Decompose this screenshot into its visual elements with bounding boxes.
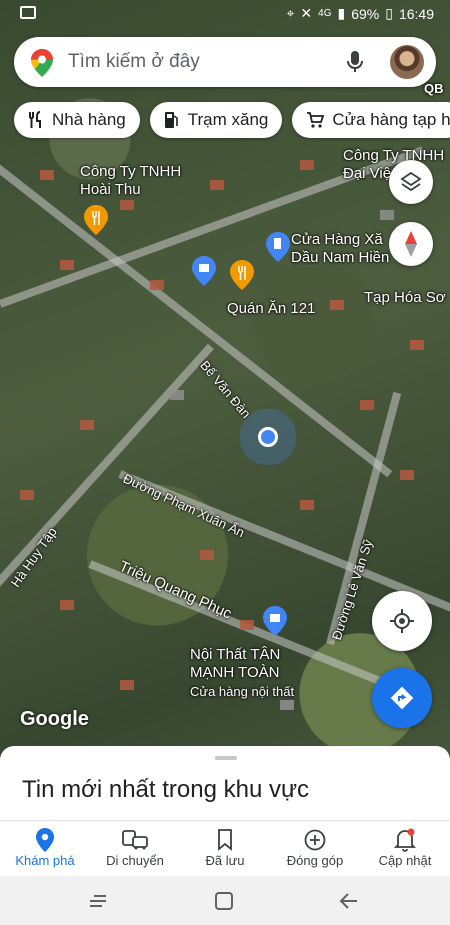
map-building: [300, 500, 314, 510]
map-building: [380, 210, 394, 220]
home-icon[interactable]: [214, 891, 234, 911]
map-road: [0, 150, 393, 478]
mute-icon: ✕: [300, 5, 313, 21]
commute-icon: [122, 830, 148, 850]
chip-restaurants[interactable]: Nhà hàng: [14, 102, 140, 138]
back-icon[interactable]: [339, 892, 359, 910]
chip-gas-stations[interactable]: Trạm xăng: [149, 102, 283, 138]
poi-label[interactable]: Công Ty TNHH: [343, 147, 444, 165]
poi-label[interactable]: Hoài Thu: [80, 181, 141, 199]
nav-explore[interactable]: Khám phá: [0, 821, 90, 877]
gallery-notification-icon: [20, 6, 36, 19]
status-bar: ⌖ ✕ 4G ▮ 69% ▯ 16:49: [0, 0, 450, 28]
nav-contribute[interactable]: Đóng góp: [270, 821, 360, 877]
compass-button[interactable]: [389, 222, 433, 266]
search-input[interactable]: Tìm kiếm ở đây: [68, 51, 200, 73]
map-building: [210, 180, 224, 190]
chip-grocery[interactable]: Cửa hàng tạp h: [292, 102, 450, 138]
microphone-icon[interactable]: [346, 50, 364, 74]
poi-label[interactable]: Đại Việ: [343, 165, 391, 183]
gas-station-icon: [164, 112, 178, 128]
my-location-button[interactable]: [372, 591, 432, 651]
bottom-sheet[interactable]: Tin mới nhất trong khu vực: [0, 746, 450, 826]
map-road: [0, 343, 214, 617]
gas-station-pin-icon[interactable]: [266, 232, 290, 262]
sheet-title: Tin mới nhất trong khu vực: [22, 776, 310, 803]
chip-label: Cửa hàng tạp h: [332, 110, 450, 129]
road-name-label: Bế Văn Đàn: [197, 357, 254, 422]
map-building: [300, 160, 314, 170]
compass-icon: [405, 231, 417, 257]
category-chips: Nhà hàng Trạm xăng Cửa hàng tạp h: [14, 102, 450, 138]
network-type: 4G: [318, 8, 332, 19]
shopping-pin-icon[interactable]: [192, 256, 216, 286]
nav-label: Cập nhật: [378, 853, 432, 868]
map-building: [330, 300, 344, 310]
explore-pin-icon: [36, 828, 54, 852]
map-building: [400, 470, 414, 480]
search-bar[interactable]: Tìm kiếm ở đây: [14, 37, 436, 87]
map-building: [360, 400, 374, 410]
restaurant-pin-icon[interactable]: [230, 260, 254, 290]
map-building: [120, 680, 134, 690]
fork-knife-icon: [29, 111, 41, 128]
clock: 16:49: [398, 5, 434, 22]
poi-label[interactable]: Nội Thất TÂN: [190, 646, 280, 664]
chip-label: Trạm xăng: [187, 110, 269, 129]
map-building: [240, 620, 254, 630]
map-building: [280, 700, 294, 710]
maps-logo-icon: [31, 49, 53, 77]
google-watermark: Google: [20, 708, 89, 730]
map-building: [150, 280, 164, 290]
signal-icon: ▮: [337, 5, 346, 21]
poi-label[interactable]: Tạp Hóa Sơ: [364, 289, 446, 307]
recent-apps-icon[interactable]: [88, 893, 108, 909]
road-name-label: Triệu Quang Phục: [116, 557, 235, 623]
battery-percent: 69%: [351, 5, 380, 22]
poi-label[interactable]: Công Ty TNHH: [80, 163, 181, 181]
restaurant-pin-icon[interactable]: [84, 205, 108, 235]
map-building: [20, 490, 34, 500]
battery-icon: ▯: [385, 5, 393, 21]
map-building: [60, 260, 74, 270]
nav-updates[interactable]: Cập nhật: [360, 821, 450, 877]
chip-label: Nhà hàng: [52, 110, 126, 129]
map-building: [60, 600, 74, 610]
account-avatar[interactable]: [390, 45, 424, 79]
directions-icon: [390, 686, 414, 710]
nav-label: Di chuyển: [106, 853, 164, 868]
cart-icon: [307, 112, 325, 128]
system-navigation-bar: [0, 876, 450, 925]
map-building: [170, 390, 184, 400]
layers-icon: [400, 171, 422, 192]
poi-label[interactable]: Dầu Nam Hiền: [291, 249, 389, 267]
poi-label[interactable]: Cửa Hàng Xă: [291, 231, 383, 249]
map-building: [120, 200, 134, 210]
nav-commute[interactable]: Di chuyển: [90, 821, 180, 877]
poi-label[interactable]: Quán Ăn 121: [227, 300, 315, 318]
poi-label[interactable]: MẠNH TOÀN: [190, 664, 279, 682]
map-building: [410, 340, 424, 350]
map-building: [40, 170, 54, 180]
directions-button[interactable]: [372, 668, 432, 728]
nav-label: Khám phá: [15, 853, 75, 868]
shopping-pin-icon[interactable]: [263, 606, 287, 636]
bottom-navigation: Khám phá Di chuyển Đã lưu Đóng góp Cập n…: [0, 820, 450, 877]
edge-badge: QB: [424, 81, 444, 96]
map-building: [200, 550, 214, 560]
bookmark-icon: [218, 829, 232, 851]
location-icon: ⌖: [286, 5, 295, 21]
crosshair-icon: [390, 609, 414, 633]
road-name-label: Đường Phạm Xuân Ẩn: [120, 470, 247, 541]
map-building: [80, 420, 94, 430]
poi-category-label: Cửa hàng nội thất: [190, 684, 295, 699]
sheet-drag-handle[interactable]: [215, 756, 237, 760]
nav-saved[interactable]: Đã lưu: [180, 821, 270, 877]
my-location-dot: [258, 427, 278, 447]
nav-label: Đã lưu: [205, 853, 245, 868]
nav-label: Đóng góp: [286, 853, 344, 868]
layers-button[interactable]: [389, 160, 433, 204]
add-circle-icon: [304, 829, 326, 851]
bell-icon: [394, 828, 416, 852]
